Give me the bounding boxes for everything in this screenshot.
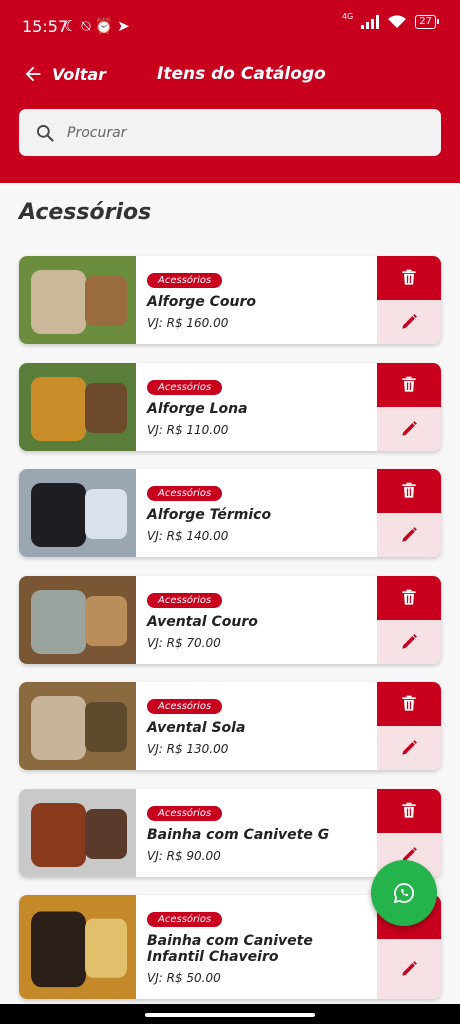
- item-thumbnail: [19, 789, 136, 877]
- pencil-icon: [402, 527, 417, 542]
- back-label: Voltar: [52, 64, 107, 84]
- catalog-item-card[interactable]: Acessórios Avental Sola VJ: R$ 130.00: [19, 682, 441, 770]
- item-info: Acessórios Avental Couro VJ: R$ 70.00: [147, 588, 373, 650]
- section-title: Acessórios: [19, 200, 152, 225]
- catalog-item-card[interactable]: Acessórios Alforge Lona VJ: R$ 110.00: [19, 363, 441, 451]
- edit-button[interactable]: [377, 300, 441, 344]
- edit-button[interactable]: [377, 407, 441, 451]
- item-price: VJ: R$ 160.00: [147, 316, 229, 330]
- trash-icon: [402, 482, 416, 498]
- delete-button[interactable]: [377, 576, 441, 620]
- item-thumbnail: [19, 469, 136, 557]
- item-info: Acessórios Bainha com Canivete G VJ: R$ 90…: [147, 801, 373, 863]
- category-badge: Acessórios: [147, 486, 223, 501]
- item-info: Acessórios Bainha com Canivete Infantil C…: [147, 907, 373, 985]
- pencil-icon: [402, 314, 417, 329]
- catalog-item-card[interactable]: Acessórios Alforge Couro VJ: R$ 160.00: [19, 256, 441, 344]
- notification-icons: ☾⍉⏰➤: [64, 17, 134, 35]
- network-type: 4G: [341, 11, 354, 21]
- item-thumbnail: [19, 363, 136, 451]
- item-thumbnail: [19, 256, 136, 344]
- edit-button[interactable]: [377, 513, 441, 557]
- item-name: Alforge Lona: [147, 401, 248, 417]
- item-price: VJ: R$ 70.00: [147, 636, 221, 650]
- item-name: Alforge Couro: [147, 294, 257, 310]
- top-app-bar: Voltar Itens do Catálogo: [0, 55, 460, 95]
- category-badge: Acessórios: [147, 380, 223, 395]
- catalog-item-card[interactable]: Acessórios Avental Couro VJ: R$ 70.00: [19, 576, 441, 664]
- trash-icon: [402, 695, 416, 711]
- item-name: Avental Couro: [147, 614, 258, 630]
- edit-button[interactable]: [377, 939, 441, 999]
- item-price: VJ: R$ 90.00: [147, 849, 221, 863]
- item-thumbnail: [19, 576, 136, 664]
- category-badge: Acessórios: [147, 912, 223, 927]
- trash-icon: [402, 802, 416, 818]
- item-thumbnail: [19, 895, 136, 999]
- search-icon: [37, 124, 54, 141]
- item-price: VJ: R$ 140.00: [147, 529, 229, 543]
- delete-button[interactable]: [377, 469, 441, 513]
- signal-icon: [361, 15, 380, 29]
- app-header: 15:57 ☾⍉⏰➤ 4G 27 Voltar Itens do Catálog…: [0, 0, 460, 183]
- wifi-icon: [388, 15, 407, 28]
- search-bar[interactable]: [19, 109, 441, 156]
- edit-button[interactable]: [377, 620, 441, 664]
- status-time: 15:57: [22, 17, 69, 36]
- item-info: Acessórios Avental Sola VJ: R$ 130.00: [147, 694, 373, 756]
- system-icons: 4G 27: [341, 11, 439, 29]
- item-thumbnail: [19, 682, 136, 770]
- category-badge: Acessórios: [147, 699, 223, 714]
- item-info: Acessórios Alforge Couro VJ: R$ 160.00: [147, 268, 373, 330]
- catalog-item-card[interactable]: Acessórios Alforge Térmico VJ: R$ 140.00: [19, 469, 441, 557]
- pencil-icon: [402, 421, 417, 436]
- item-name: Bainha com Canivete G: [147, 827, 330, 843]
- pencil-icon: [402, 961, 417, 976]
- trash-icon: [402, 376, 416, 392]
- item-price: VJ: R$ 130.00: [147, 742, 229, 756]
- pencil-icon: [402, 634, 417, 649]
- delete-button[interactable]: [377, 363, 441, 407]
- status-bar: 15:57 ☾⍉⏰➤ 4G 27: [0, 0, 460, 50]
- edit-button[interactable]: [377, 726, 441, 770]
- delete-button[interactable]: [377, 682, 441, 726]
- page-title: Itens do Catálogo: [157, 64, 326, 84]
- category-badge: Acessórios: [147, 273, 223, 288]
- back-button[interactable]: Voltar: [22, 63, 106, 85]
- battery-icon: 27: [415, 15, 439, 29]
- item-info: Acessórios Alforge Térmico VJ: R$ 140.00: [147, 481, 373, 543]
- item-info: Acessórios Alforge Lona VJ: R$ 110.00: [147, 375, 373, 437]
- item-name: Bainha com Canivete Infantil Chaveiro: [147, 933, 313, 965]
- item-name: Alforge Térmico: [147, 507, 272, 523]
- home-indicator[interactable]: [145, 1013, 315, 1017]
- category-badge: Acessórios: [147, 593, 223, 608]
- delete-button[interactable]: [377, 789, 441, 833]
- item-price: VJ: R$ 50.00: [147, 971, 221, 985]
- item-price: VJ: R$ 110.00: [147, 423, 229, 437]
- arrow-left-icon: [25, 66, 41, 82]
- pencil-icon: [402, 740, 417, 755]
- trash-icon: [402, 269, 416, 285]
- catalog-item-card[interactable]: Acessórios Bainha com Canivete G VJ: R$ 90…: [19, 789, 441, 877]
- item-name: Avental Sola: [147, 720, 246, 736]
- delete-button[interactable]: [377, 256, 441, 300]
- whatsapp-button[interactable]: [371, 860, 437, 926]
- trash-icon: [402, 589, 416, 605]
- search-input[interactable]: [67, 124, 407, 141]
- whatsapp-icon: [393, 883, 414, 904]
- category-badge: Acessórios: [147, 806, 223, 821]
